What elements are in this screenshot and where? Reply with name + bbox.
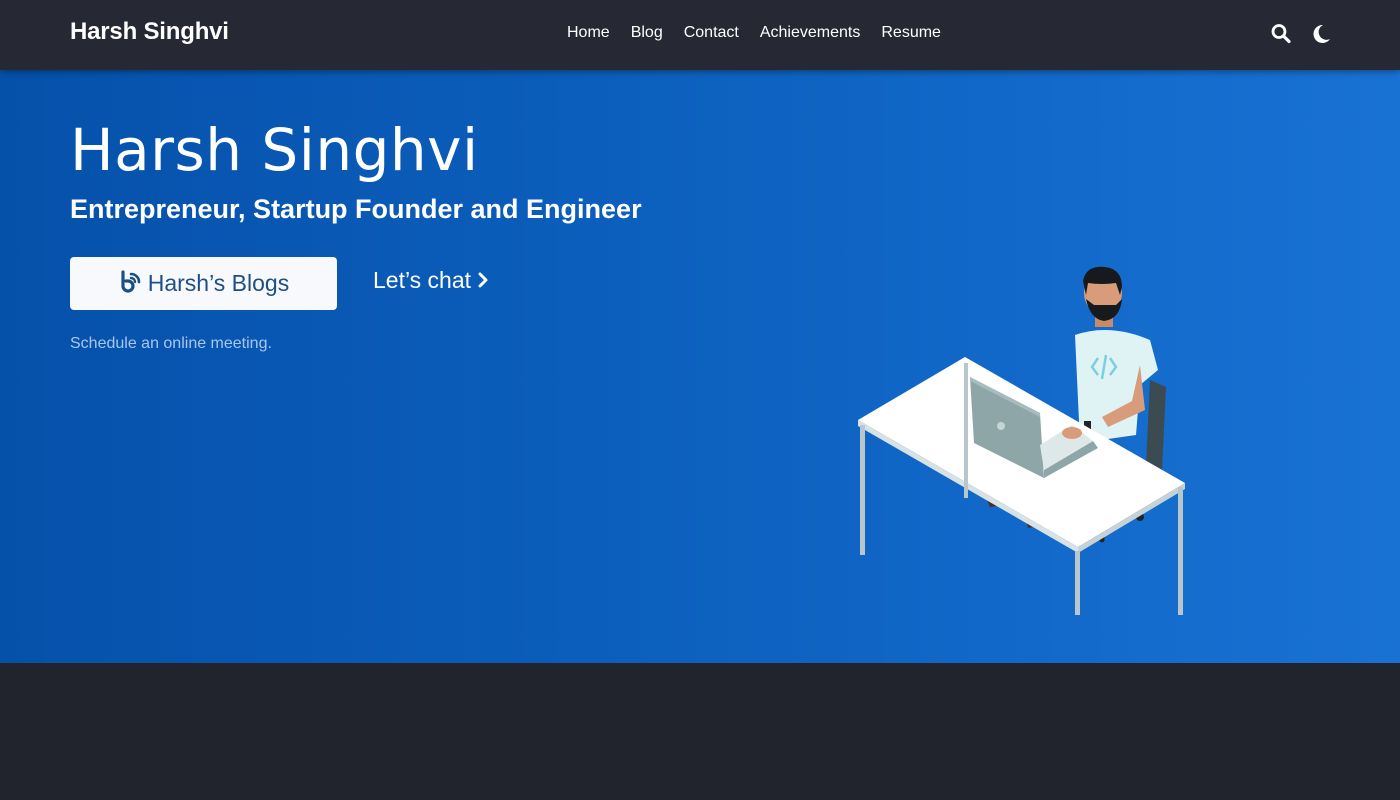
- nav-link-contact[interactable]: Contact: [684, 24, 739, 42]
- developer-at-desk-illustration: [840, 195, 1200, 679]
- nav-link-resume[interactable]: Resume: [881, 24, 941, 42]
- chat-link[interactable]: Let’s chat: [373, 267, 489, 294]
- nav-link-home[interactable]: Home: [567, 24, 610, 42]
- schedule-meeting-link[interactable]: Schedule an online meeting.: [70, 335, 272, 353]
- chevron-right-icon: [477, 267, 489, 294]
- moon-icon[interactable]: [1311, 23, 1331, 45]
- blogs-button[interactable]: Harsh’s Blogs: [70, 257, 337, 310]
- hero-title: Harsh Singhvi: [70, 116, 479, 184]
- brand-link[interactable]: Harsh Singhvi: [70, 18, 229, 46]
- nav-links: Home Blog Contact Achievements Resume: [567, 24, 941, 42]
- hero-section: Harsh Singhvi Entrepreneur, Startup Foun…: [0, 70, 1400, 679]
- search-icon[interactable]: [1271, 23, 1291, 45]
- chat-link-label: Let’s chat: [373, 267, 472, 293]
- blogs-button-label: Harsh’s Blogs: [147, 270, 290, 296]
- nav-icons: [1271, 23, 1331, 45]
- hero-subtitle: Entrepreneur, Startup Founder and Engine…: [70, 194, 642, 224]
- nav-link-achievements[interactable]: Achievements: [760, 24, 861, 42]
- blogger-icon: [118, 269, 142, 299]
- navbar: Harsh Singhvi Home Blog Contact Achievem…: [0, 0, 1400, 70]
- nav-link-blog[interactable]: Blog: [631, 24, 663, 42]
